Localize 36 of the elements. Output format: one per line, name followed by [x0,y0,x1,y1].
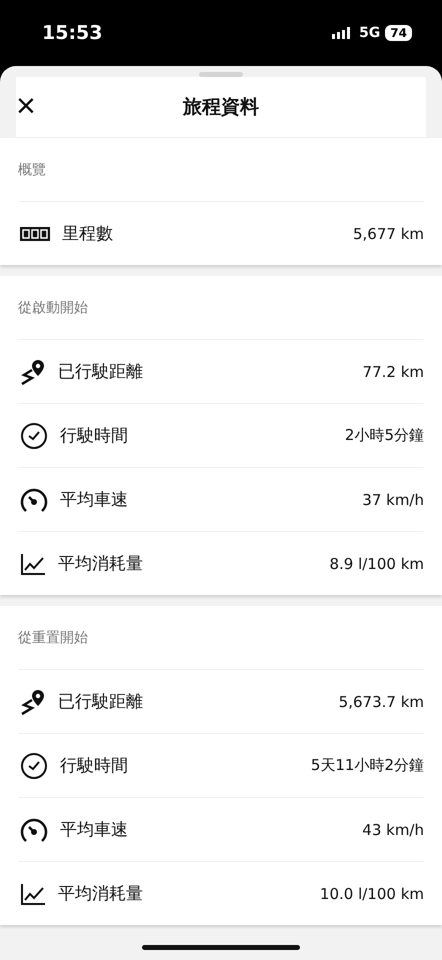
row-value: 10.0 l/100 km [320,884,424,902]
section-heading: 從啟動開始 [18,276,424,340]
line-chart-icon [20,882,46,904]
row-label: 平均車速 [60,819,129,841]
row-value: 5,673.7 km [338,692,424,710]
row-label: 平均消耗量 [58,553,144,575]
section-heading: 概覽 [18,138,424,202]
sheet-handle[interactable] [199,72,243,77]
clock-icon [20,422,48,450]
row-label: 平均消耗量 [58,883,144,905]
row-label: 已行駛距離 [58,691,144,713]
row-label: 行駛時間 [60,425,129,447]
battery-indicator: 74 [385,25,412,41]
route-pin-icon [20,688,46,716]
row-value: 2小時5分鐘 [344,426,424,445]
speedometer-icon [20,816,48,842]
row-value: 43 km/h [362,820,424,838]
odometer-icon [20,226,50,240]
row-label: 里程數 [62,223,114,245]
network-label: 5G [359,25,380,41]
status-time: 15:53 [42,22,102,44]
line-chart-icon [20,552,46,574]
row-value: 5,677 km [352,224,424,242]
row-value: 37 km/h [362,490,424,508]
row-value: 8.9 l/100 km [329,554,424,572]
speedometer-icon [20,486,48,512]
row-value: 77.2 km [362,362,424,380]
route-pin-icon [20,358,46,386]
clock-icon [20,752,48,780]
section-heading: 從重置開始 [18,606,424,670]
row-label: 行駛時間 [60,755,129,777]
row-value: 5天11小時2分鐘 [310,756,424,775]
page-title: 旅程資料 [183,95,259,120]
row-label: 已行駛距離 [58,361,144,383]
row-label: 平均車速 [60,489,129,511]
close-button[interactable]: × [16,89,36,123]
